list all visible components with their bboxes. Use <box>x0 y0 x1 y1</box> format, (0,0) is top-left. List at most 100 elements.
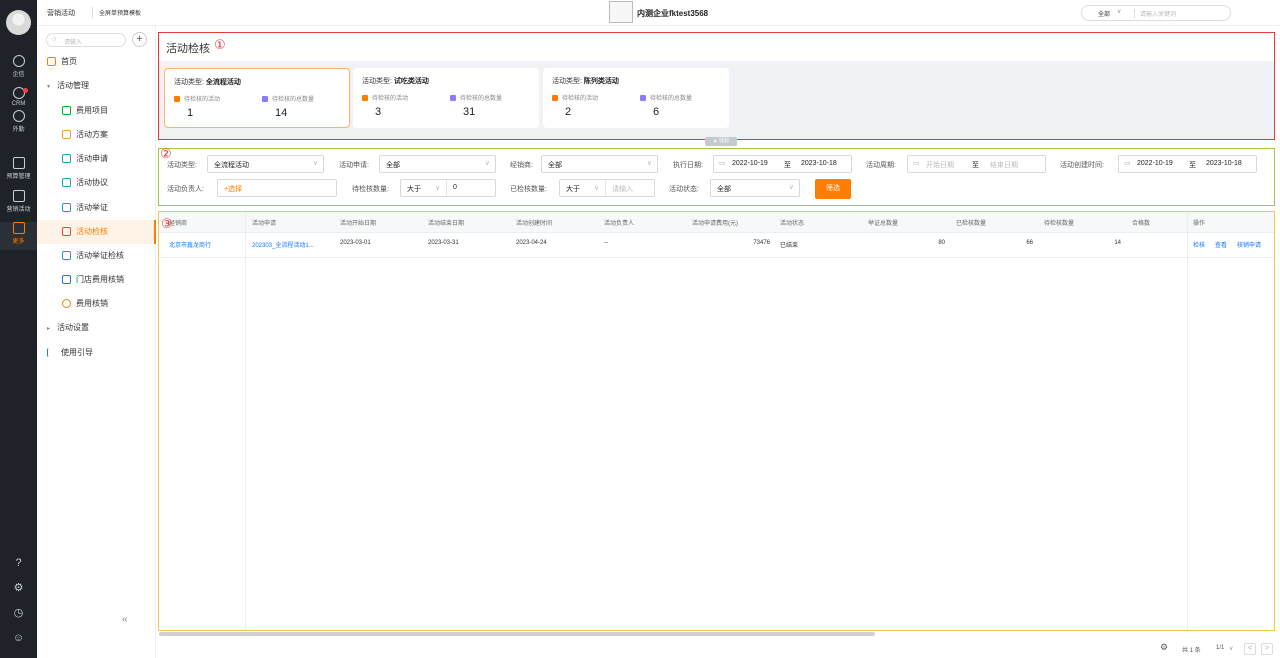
notification-dot <box>23 88 28 93</box>
help-icon[interactable]: ? <box>0 557 37 569</box>
sidebar-item-store-write-off[interactable]: 门店费用核销 <box>37 268 156 292</box>
sidebar-item-plans[interactable]: 活动方案 <box>37 123 156 147</box>
contacts-icon[interactable]: ☺ <box>0 632 37 644</box>
card-type: 陈列类活动 <box>583 78 619 85</box>
column-header[interactable]: 活动开始日期 <box>340 218 376 227</box>
pending-value: 1 <box>187 107 194 119</box>
pending-count-input[interactable]: 0 <box>453 184 457 191</box>
status-label: 活动状态: <box>669 186 699 193</box>
collapse-stats-button[interactable]: ▲ 收起 <box>705 137 737 146</box>
dealer-select[interactable]: 全部 ∨ <box>541 155 658 173</box>
checked-count-input[interactable]: 请输入 <box>612 184 633 194</box>
next-page-button[interactable]: > <box>1261 643 1273 655</box>
column-header[interactable]: 合格数 <box>1132 218 1150 227</box>
column-header[interactable]: 活动申请 <box>252 218 276 227</box>
stat-card-full-process[interactable]: 活动类型: 全流程活动 待检核的活动 待检核的总数量 1 14 <box>164 68 350 128</box>
collapse-sidebar-icon[interactable]: « <box>122 614 128 625</box>
settings-icon[interactable]: ⚙ <box>0 581 37 594</box>
stat-card-display[interactable]: 活动类型: 陈列类活动 待检核的活动 待检核的总数量 2 6 <box>543 68 729 128</box>
user-avatar[interactable] <box>6 10 31 35</box>
calendar-icon: ▭ <box>1124 160 1131 167</box>
agreement-icon <box>62 178 71 188</box>
pending-count-filter[interactable]: 大于 ∨ 0 <box>400 179 496 197</box>
chevron-down-icon: ∨ <box>646 160 652 167</box>
application-icon <box>62 154 71 164</box>
owner-picker[interactable]: +选择 <box>217 179 337 197</box>
company-name[interactable]: 内测企业fktest3568 <box>637 8 708 19</box>
global-search[interactable]: 全部 ∨ 请输入关键词 <box>1081 5 1231 21</box>
period-range[interactable]: ▭ 开始日期 至 结束日期 <box>907 155 1046 173</box>
activity-application-select[interactable]: 全部 ∨ <box>379 155 496 173</box>
rail-item-more[interactable]: 更多 <box>0 222 37 250</box>
status-select[interactable]: 全部 ∨ <box>710 179 800 197</box>
breadcrumb-template[interactable]: 全屏单预算模板 <box>99 8 141 17</box>
total-icon <box>262 96 268 102</box>
column-header[interactable]: 活动负责人 <box>604 218 634 227</box>
column-header[interactable]: 活动申请费用(元) <box>692 218 738 227</box>
sidebar-item-agreements[interactable]: 活动协议 <box>37 171 156 195</box>
pending-value: 3 <box>375 106 382 118</box>
table-header: 经销商 活动申请 活动开始日期 活动结束日期 活动创建时间 活动负责人 活动申请… <box>159 212 1274 233</box>
clock-icon[interactable]: ◷ <box>0 606 37 619</box>
chevron-down-icon: ∨ <box>788 184 794 191</box>
stat-card-tasting[interactable]: 活动类型: 试吃类活动 待检核的活动 待检核的总数量 3 31 <box>353 68 539 128</box>
sidebar-group-activity-settings[interactable]: ▸ 活动设置 <box>37 316 156 340</box>
horizontal-scrollbar[interactable] <box>159 632 875 636</box>
rail-item-marketing[interactable]: 营销活动 <box>0 190 37 218</box>
dealer-link[interactable]: 北京市鑫龙商行 <box>169 240 211 249</box>
home-icon <box>47 57 56 67</box>
sidebar-search[interactable]: ○ 请输入 <box>46 33 126 47</box>
rail-item-chat[interactable]: 企信 <box>0 55 37 83</box>
checked-count-operator[interactable]: 大于 <box>566 184 580 194</box>
create-time-range[interactable]: ▭ 2022-10-19 至 2023-10-18 <box>1118 155 1257 173</box>
column-header[interactable]: 举证总数量 <box>868 218 898 227</box>
column-header[interactable]: 活动创建时间 <box>516 218 552 227</box>
column-header[interactable]: 活动结束日期 <box>428 218 464 227</box>
activity-type-select[interactable]: 全流程活动 ∨ <box>207 155 324 173</box>
plan-icon <box>62 130 71 140</box>
chevron-down-icon: ∨ <box>1229 646 1234 652</box>
search-input[interactable]: 请输入关键词 <box>1140 9 1176 18</box>
pending-icon <box>174 96 180 102</box>
sidebar-search-input[interactable]: 请输入 <box>64 37 82 46</box>
sidebar-item-home[interactable]: 首页 <box>37 50 156 74</box>
pending-count-operator[interactable]: 大于 <box>407 184 421 194</box>
sidebar-item-write-off[interactable]: 费用核销 <box>37 292 156 316</box>
exec-date-range[interactable]: ▭ 2022-10-19 至 2023-10-18 <box>713 155 852 173</box>
filter-button[interactable]: 筛选 <box>815 179 851 199</box>
chevron-down-icon: ∨ <box>312 160 318 167</box>
search-scope-select[interactable]: 全部 <box>1098 9 1110 18</box>
rail-item-field[interactable]: 外勤 <box>0 110 37 138</box>
pending-value: 2 <box>565 106 572 118</box>
sidebar-item-proofs[interactable]: 活动举证 <box>37 196 156 220</box>
sidebar-item-fee-items[interactable]: 费用项目 <box>37 99 156 123</box>
column-header[interactable]: 待检核数量 <box>1044 218 1074 227</box>
period-label: 活动周期: <box>866 162 896 169</box>
sidebar-item-applications[interactable]: 活动申请 <box>37 147 156 171</box>
breadcrumb-app[interactable]: 营销活动 <box>47 8 75 18</box>
sidebar-item-activity-check[interactable]: 活动检核 <box>37 220 156 244</box>
rail-item-budget[interactable]: 预算管理 <box>0 157 37 185</box>
page-title: 活动检核 <box>166 43 210 55</box>
calendar-icon: ▭ <box>719 160 726 167</box>
column-header[interactable]: 已检核数量 <box>956 218 986 227</box>
view-action[interactable]: 查看 <box>1215 240 1227 249</box>
dealer-label: 经销商: <box>510 162 533 169</box>
table-settings-icon[interactable]: ⚙ <box>1160 642 1168 653</box>
flag-icon <box>47 348 56 358</box>
sidebar-item-proof-check[interactable]: 活动举证检核 <box>37 244 156 268</box>
column-header[interactable]: 活动状态 <box>780 218 804 227</box>
chevron-down-icon: ∨ <box>1117 9 1122 15</box>
application-link[interactable]: 202303_全流程活动1... <box>252 240 314 249</box>
sidebar-item-guide[interactable]: 使用引导 <box>37 341 156 365</box>
write-off-apply-action[interactable]: 核销申请 <box>1237 240 1261 249</box>
page-select[interactable]: 1/1 <box>1216 645 1224 651</box>
total-value: 31 <box>463 106 476 118</box>
checked-count-filter[interactable]: 大于 ∨ 请输入 <box>559 179 655 197</box>
check-action[interactable]: 检核 <box>1193 240 1205 249</box>
add-icon[interactable]: + <box>132 32 147 47</box>
sidebar-group-activity-management[interactable]: ▾ 活动管理 <box>37 74 156 98</box>
chevron-down-icon: ∨ <box>484 160 490 167</box>
grid-icon <box>12 222 25 234</box>
prev-page-button[interactable]: < <box>1244 643 1256 655</box>
